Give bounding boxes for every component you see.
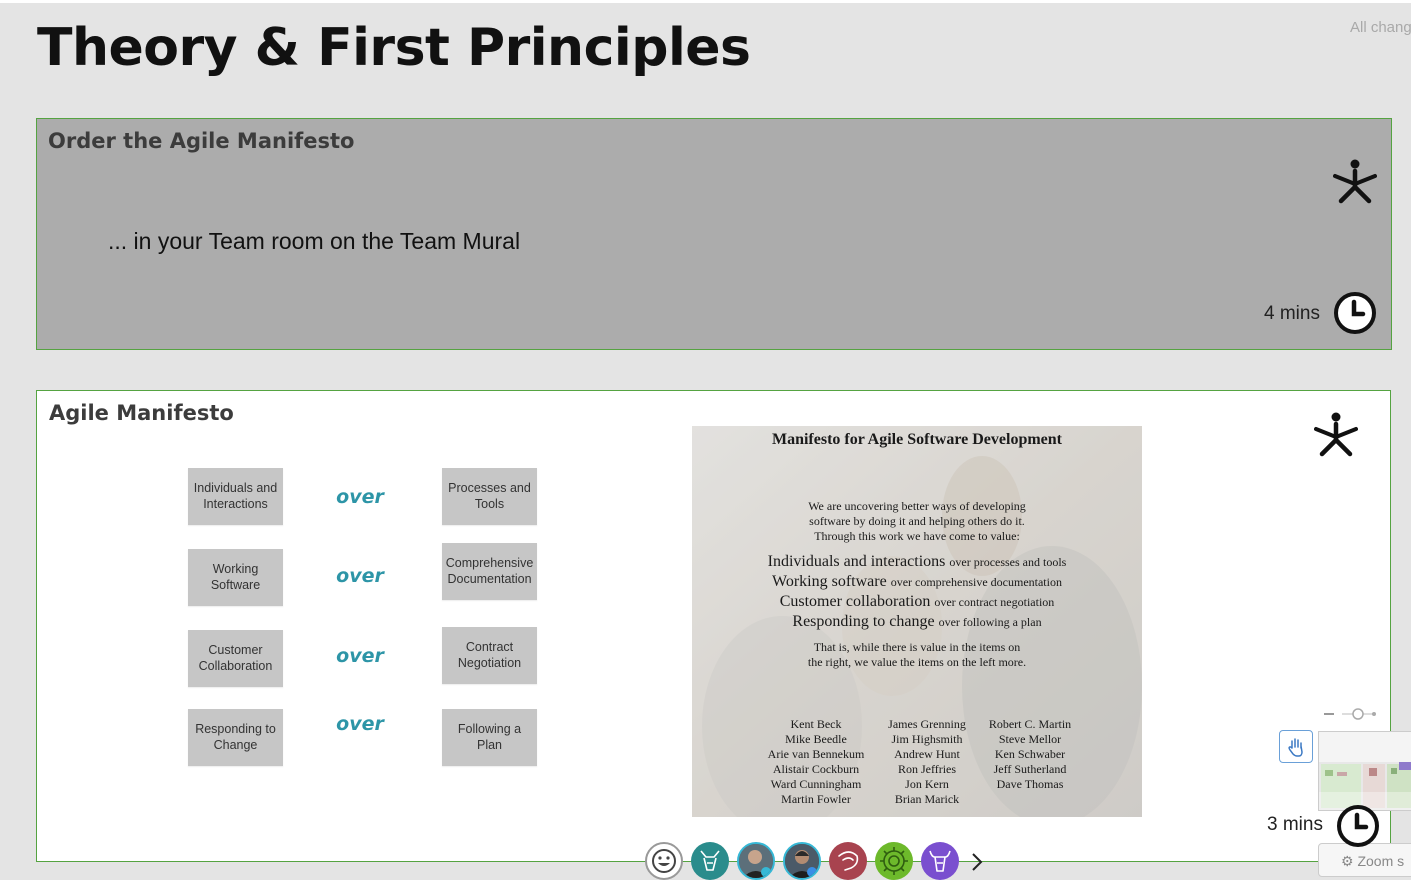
signatory: Alistair Cockburn — [772, 762, 860, 776]
page-title: Theory & First Principles — [37, 18, 751, 78]
manifesto-image[interactable]: Manifesto for Agile Software Development… — [692, 426, 1142, 817]
smiley-icon[interactable] — [645, 842, 683, 880]
manifesto-intro: We are uncovering better ways of develop… — [692, 499, 1142, 544]
card-duration: 4 mins — [1264, 303, 1320, 324]
gear-icon: ⚙ — [1341, 853, 1354, 869]
exercise-person-icon — [1314, 412, 1358, 457]
sticky-note-left[interactable]: Customer Collaboration — [188, 630, 283, 687]
signatory: Mike Beedle — [785, 732, 847, 746]
signatory: Jim Highsmith — [891, 732, 963, 746]
signatory: Jeff Sutherland — [993, 762, 1067, 776]
signatory: Dave Thomas — [996, 777, 1064, 791]
goat-icon[interactable] — [691, 842, 729, 880]
value-right: over comprehensive documentation — [890, 575, 1062, 589]
card-body-text: ... in your Team room on the Team Mural — [108, 228, 521, 254]
manifesto-closing: That is, while there is value in the ite… — [692, 640, 1142, 670]
signatory: Martin Fowler — [781, 792, 851, 806]
value-left: Individuals and interactions — [767, 553, 946, 570]
sticky-note-right[interactable]: Processes and Tools — [442, 468, 537, 525]
sticky-note-right[interactable]: Comprehensive Documentation — [442, 543, 537, 600]
signatory: Ron Jeffries — [897, 762, 957, 776]
sticky-note-left[interactable]: Working Software — [188, 549, 283, 606]
sticky-note-left[interactable]: Individuals and Interactions — [188, 468, 283, 525]
ox-icon[interactable] — [921, 842, 959, 880]
zoom-label: Zoom s — [1357, 853, 1405, 869]
sticky-note-right[interactable]: Following a Plan — [442, 709, 537, 766]
saved-status: All chang — [1350, 19, 1411, 36]
hand-pan-icon — [1288, 737, 1303, 757]
zoom-settings-button[interactable]: ⚙ Zoom s — [1318, 843, 1411, 877]
exercise-person-icon — [1333, 159, 1377, 204]
card-duration: 3 mins — [1267, 814, 1323, 835]
signatory: Robert C. Martin — [988, 717, 1072, 731]
signatory: James Grenning — [888, 717, 966, 731]
pan-tool-button[interactable] — [1279, 730, 1313, 763]
signatory: Steve Mellor — [998, 732, 1062, 746]
over-label: over — [336, 713, 384, 735]
person-photo-icon[interactable] — [783, 842, 821, 880]
manifesto-title: Manifesto for Agile Software Development — [771, 431, 1062, 448]
signatories-column: James Grenning Jim Highsmith Andrew Hunt… — [867, 717, 987, 807]
signatory: Andrew Hunt — [894, 747, 960, 761]
clock-icon — [1334, 292, 1376, 334]
shrimp-icon[interactable] — [829, 842, 867, 880]
manifesto-value-line: Customer collaboration over contract neg… — [692, 592, 1142, 612]
manifesto-value-line: Responding to change over following a pl… — [692, 612, 1142, 632]
signatory: Jon Kern — [905, 777, 949, 791]
closing-line: That is, while there is value in the ite… — [813, 640, 1021, 654]
sticky-note-left[interactable]: Responding to Change — [188, 709, 283, 766]
over-label: over — [336, 486, 384, 508]
signatories-column: Robert C. Martin Steve Mellor Ken Schwab… — [970, 717, 1090, 792]
sticky-note-right[interactable]: Contract Negotiation — [442, 627, 537, 684]
activity-card-order-manifesto[interactable]: Order the Agile Manifesto ... in your Te… — [36, 118, 1392, 350]
minimap-preview — [1319, 762, 1411, 810]
over-label: over — [336, 645, 384, 667]
zoom-slider[interactable] — [1322, 706, 1382, 722]
value-right: over following a plan — [938, 615, 1042, 629]
signatory: Ken Schwaber — [994, 747, 1066, 761]
sun-badge-icon[interactable] — [875, 842, 913, 880]
board-minimap[interactable] — [1318, 731, 1411, 811]
value-right: over contract negotiation — [934, 595, 1055, 609]
manifesto-value-line: Individuals and interactions over proces… — [692, 552, 1142, 572]
card-title: Order the Agile Manifesto — [48, 129, 355, 153]
over-label: over — [336, 565, 384, 587]
signatory: Brian Marick — [894, 792, 960, 806]
value-left: Working software — [772, 573, 887, 590]
closing-line: the right, we value the items on the lef… — [807, 655, 1027, 669]
value-left: Customer collaboration — [779, 593, 931, 610]
manifesto-intro-line: Through this work we have come to value: — [814, 529, 1020, 543]
manifesto-value-line: Working software over comprehensive docu… — [692, 572, 1142, 592]
manifesto-intro-line: We are uncovering better ways of develop… — [808, 499, 1026, 513]
card-title: Agile Manifesto — [49, 401, 234, 425]
top-edge — [0, 0, 1411, 3]
person-photo-icon[interactable] — [737, 842, 775, 880]
manifesto-intro-line: software by doing it and helping others … — [809, 514, 1025, 528]
value-right: over processes and tools — [949, 555, 1067, 569]
signatory: Ward Cunningham — [770, 777, 862, 791]
value-left: Responding to change — [792, 613, 935, 630]
signatory: Kent Beck — [790, 717, 842, 731]
signatory: Arie van Bennekum — [767, 747, 865, 761]
signatories-column: Kent Beck Mike Beedle Arie van Bennekum … — [756, 717, 876, 807]
clock-icon — [1337, 805, 1379, 847]
chevron-right-icon[interactable] — [970, 852, 984, 872]
